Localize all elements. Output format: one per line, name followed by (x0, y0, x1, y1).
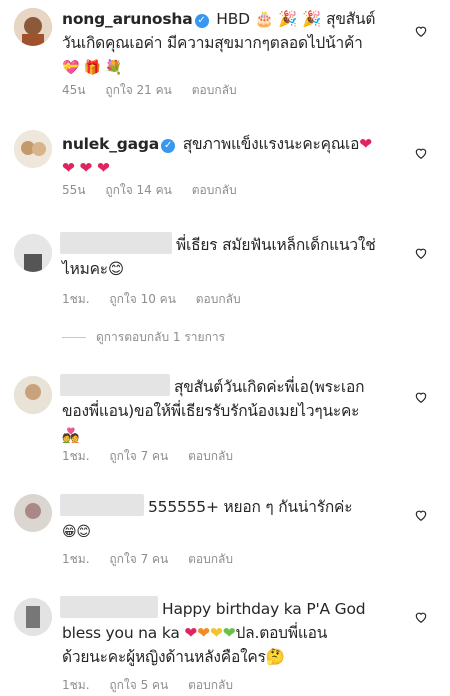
comment-meta: 1ชม. ถูกใจ 5 คน ตอบกลับ (62, 677, 249, 693)
heart-outline-icon[interactable] (414, 390, 428, 404)
comment-text: ไหมคะ😊 (62, 260, 124, 278)
avatar[interactable] (14, 234, 52, 272)
heart-outline-icon[interactable] (414, 146, 428, 160)
comment-meta: 1ชม. ถูกใจ 10 คน ตอบกลับ (62, 291, 257, 307)
divider (62, 337, 86, 338)
comment-emoji: 😁😊 (62, 524, 91, 540)
timestamp: 1ชม. (62, 292, 90, 306)
reply-button[interactable]: ตอบกลับ (192, 83, 237, 97)
heart-emoji: ❤ ❤ ❤ (62, 159, 110, 177)
comment-text: Happy birthday ka P'A God (162, 600, 366, 618)
comment-meta: 1ชม. ถูกใจ 7 คน ตอบกลับ (62, 551, 249, 567)
username[interactable]: nong_arunosha (62, 10, 193, 28)
avatar[interactable] (14, 494, 52, 532)
likes-count[interactable]: ถูกใจ 5 คน (109, 678, 168, 692)
timestamp: 1ชม. (62, 552, 90, 566)
timestamp: 1ชม. (62, 678, 90, 692)
redacted-username (60, 494, 144, 516)
view-replies-label: ดูการตอบกลับ 1 รายการ (96, 330, 226, 344)
reply-button[interactable]: ตอบกลับ (188, 552, 233, 566)
comment-text: วันเกิดคุณเอค่า มีความสุขมากๆตลอดไปน้าค้… (62, 34, 363, 52)
comment-text: ด้วยนะคะผู้หญิงด้านหลังคือใคร🤔 (62, 648, 285, 666)
reply-button[interactable]: ตอบกลับ (188, 449, 233, 463)
comment-emoji: 💑 (62, 428, 80, 444)
comment-emoji: 💝 🎁 💐 (62, 60, 123, 76)
comment-text: 555555+ หยอก ๆ กันน่ารักค่ะ (148, 498, 353, 516)
comment-text: พี่เธียร สมัยฟันเหล็กเด็กแนวใช่ (176, 236, 376, 254)
heart-outline-icon[interactable] (414, 610, 428, 624)
comment-text: bless you na ka (62, 624, 180, 642)
redacted-username (60, 596, 158, 618)
comment-text: ของพี่แอน)ขอให้พี่เธียรรับรักน้องเมยไวๆน… (62, 402, 360, 420)
likes-count[interactable]: ถูกใจ 10 คน (109, 292, 176, 306)
likes-count[interactable]: ถูกใจ 7 คน (109, 449, 168, 463)
likes-count[interactable]: ถูกใจ 7 คน (109, 552, 168, 566)
comment-text: ปล.ตอบพี่แอน (235, 624, 328, 642)
reply-button[interactable]: ตอบกลับ (192, 183, 237, 197)
comment-text: สุขภาพแข็งแรงนะคะคุณเอ (182, 135, 360, 153)
heart-outline-icon[interactable] (414, 24, 428, 38)
avatar[interactable] (14, 8, 52, 46)
comment-meta: 45น ถูกใจ 21 คน ตอบกลับ (62, 82, 253, 98)
comment-text: HBD 🎂 🎉 🎉 สุขสันต์ (216, 10, 376, 28)
redacted-username (60, 374, 170, 396)
comment-meta: 55น ถูกใจ 14 คน ตอบกลับ (62, 182, 253, 198)
username[interactable]: nulek_gaga (62, 135, 159, 153)
redacted-username (60, 232, 172, 254)
reply-button[interactable]: ตอบกลับ (188, 678, 233, 692)
timestamp: 55น (62, 183, 86, 197)
avatar[interactable] (14, 598, 52, 636)
verified-badge-icon: ✓ (161, 139, 176, 153)
heart-emoji: ❤❤❤❤ (184, 624, 236, 642)
heart-outline-icon[interactable] (414, 508, 428, 522)
likes-count[interactable]: ถูกใจ 21 คน (105, 83, 172, 97)
reply-button[interactable]: ตอบกลับ (196, 292, 241, 306)
comment-text: สุขสันต์วันเกิดค่ะพี่เอ(พระเอก (174, 378, 365, 396)
likes-count[interactable]: ถูกใจ 14 คน (105, 183, 172, 197)
avatar[interactable] (14, 130, 52, 168)
avatar[interactable] (14, 376, 52, 414)
timestamp: 45น (62, 83, 86, 97)
view-replies-button[interactable]: ดูการตอบกลับ 1 รายการ (62, 328, 225, 347)
heart-outline-icon[interactable] (414, 246, 428, 260)
heart-emoji: ❤ (359, 135, 372, 153)
timestamp: 1ชม. (62, 449, 90, 463)
verified-badge-icon: ✓ (194, 14, 209, 28)
comment-meta: 1ชม. ถูกใจ 7 คน ตอบกลับ (62, 448, 249, 464)
